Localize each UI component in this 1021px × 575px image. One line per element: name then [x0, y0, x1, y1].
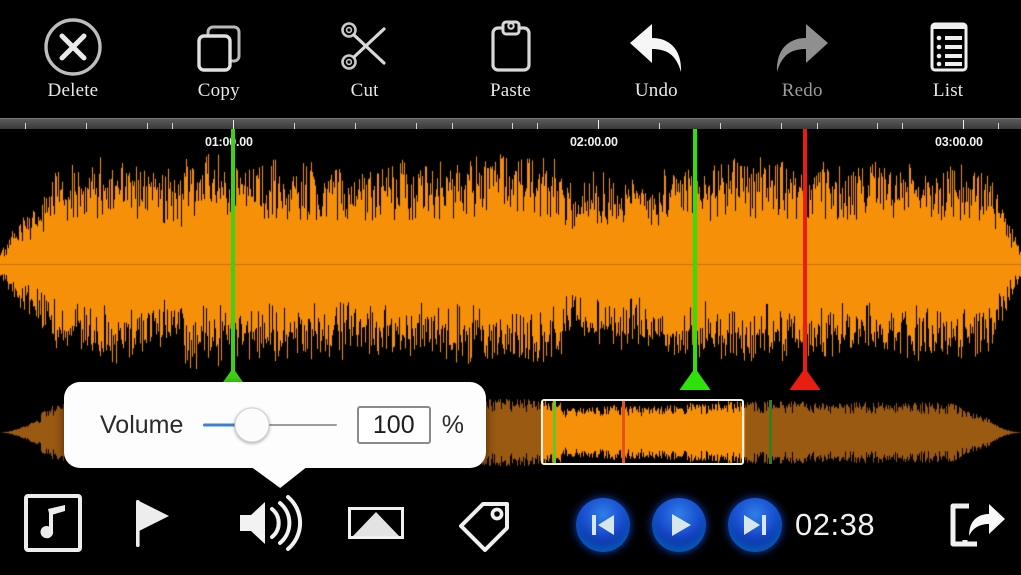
share-button[interactable]: [943, 475, 1009, 575]
marker-handle-triangle[interactable]: [788, 368, 822, 390]
tag-icon: [455, 492, 517, 559]
waveform-canvas: [0, 129, 1021, 390]
flag-icon: [125, 492, 183, 559]
overview-end-marker[interactable]: [769, 400, 772, 464]
fade-button[interactable]: [343, 475, 409, 575]
next-button[interactable]: [728, 475, 782, 575]
volume-button[interactable]: [232, 475, 304, 575]
volume-value-input[interactable]: 100: [356, 406, 431, 444]
volume-popup: Volume 100 %: [64, 382, 486, 488]
edit-toolbar: Delete Copy Cut Paste Undo Redo List: [0, 0, 1021, 118]
overview-start-marker[interactable]: [553, 400, 556, 464]
fade-image-icon: [343, 492, 409, 559]
cut-label: Cut: [350, 80, 379, 101]
skip-previous-icon: [576, 498, 630, 552]
main-waveform-view[interactable]: 01:00.00 02:00.00 03:00.00: [0, 129, 1021, 390]
volume-slider[interactable]: [197, 407, 340, 443]
undo-arrow-icon: [624, 16, 688, 78]
paste-label: Paste: [489, 80, 532, 101]
copy-label: Copy: [197, 80, 240, 101]
marker-flag-button[interactable]: [125, 475, 183, 575]
redo-label: Redo: [781, 80, 823, 101]
undo-label: Undo: [634, 80, 678, 101]
redo-button[interactable]: Redo: [729, 0, 875, 118]
marker-handle-triangle[interactable]: [678, 368, 712, 390]
slider-knob[interactable]: [234, 407, 270, 443]
undo-button[interactable]: Undo: [583, 0, 729, 118]
selection-start-marker[interactable]: [216, 129, 250, 390]
timeline-ruler[interactable]: [0, 118, 1021, 130]
share-export-icon: [943, 492, 1009, 559]
scissors-icon: [334, 16, 396, 78]
delete-label: Delete: [47, 80, 99, 101]
list-label: List: [932, 80, 964, 101]
prev-button[interactable]: [576, 475, 630, 575]
speaker-volume-icon: [232, 492, 304, 559]
audio-editor-window: Delete Copy Cut Paste Undo Redo List 01:…: [0, 0, 1021, 575]
circle-x-icon: [42, 16, 104, 78]
paste-button[interactable]: Paste: [438, 0, 584, 118]
clipboard-icon: [480, 16, 542, 78]
playback-time: 02:38: [795, 507, 876, 542]
playhead-marker[interactable]: [788, 129, 822, 390]
music-track-button[interactable]: [20, 475, 86, 575]
volume-unit-label: %: [441, 410, 464, 439]
copy-icon: [188, 16, 250, 78]
redo-arrow-icon: [770, 16, 834, 78]
music-note-square-icon: [20, 492, 86, 559]
tag-button[interactable]: [455, 475, 517, 575]
cut-button[interactable]: Cut: [292, 0, 438, 118]
bottom-toolbar: 02:38: [0, 475, 1021, 575]
delete-button[interactable]: Delete: [0, 0, 146, 118]
play-icon: [652, 498, 706, 552]
play-button[interactable]: [652, 475, 706, 575]
list-icon: [917, 16, 979, 78]
list-button[interactable]: List: [875, 0, 1021, 118]
copy-button[interactable]: Copy: [146, 0, 292, 118]
selection-end-marker[interactable]: [678, 129, 712, 390]
skip-next-icon: [728, 498, 782, 552]
overview-play-marker[interactable]: [622, 400, 625, 464]
volume-title: Volume: [100, 410, 184, 439]
